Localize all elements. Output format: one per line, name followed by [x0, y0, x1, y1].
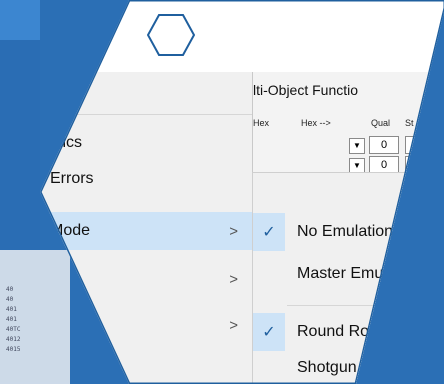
- bg-row: 40: [6, 286, 14, 293]
- chevron-right-icon: >: [229, 270, 238, 288]
- menu-item-errors[interactable]: Errors: [40, 160, 252, 198]
- bg-row: 401: [6, 316, 17, 323]
- dropdown-arrow-icon[interactable]: ▼: [349, 138, 365, 154]
- corner-tile: [0, 0, 40, 40]
- check-slot: [253, 255, 285, 293]
- bg-row: 4012: [6, 336, 21, 343]
- hexagon-icon: [147, 14, 195, 56]
- bg-row: 40: [6, 296, 14, 303]
- submenu-item-label: Shotgun: [297, 359, 357, 376]
- check-slot: [253, 349, 285, 384]
- column-header-st: St: [405, 118, 414, 128]
- menu-item-label: Errors: [50, 170, 94, 187]
- submenu-item-label: Round Ro: [297, 323, 370, 340]
- checkmark-icon: ✓: [253, 213, 285, 251]
- bg-row: 401: [6, 306, 17, 313]
- column-header-hex-arrow: Hex -->: [301, 118, 331, 128]
- qual-cell[interactable]: 0: [369, 136, 399, 154]
- bg-row: 40TC: [6, 326, 21, 333]
- menu-item-mode[interactable]: Mode >: [40, 212, 252, 250]
- panel-title: lti-Object Functio: [253, 82, 359, 98]
- checkmark-icon: ✓: [253, 313, 285, 351]
- menu-item-statistics[interactable]: stics: [40, 124, 252, 162]
- chevron-right-icon: >: [229, 316, 238, 334]
- column-header-qual: Qual: [371, 118, 391, 128]
- submenu-item-label: Master Emu: [297, 265, 384, 282]
- chevron-right-icon: >: [229, 222, 238, 240]
- column-header-hex: Hex: [253, 118, 270, 128]
- bg-row: 4015: [6, 346, 21, 353]
- background-list: 40 40 401 401 40TC 4012 4015: [0, 250, 70, 384]
- hexagon-frame: 40 40 401 401 40TC 4012 4015 ol stics: [0, 0, 444, 384]
- submenu-item-label: No Emulation: [297, 223, 394, 240]
